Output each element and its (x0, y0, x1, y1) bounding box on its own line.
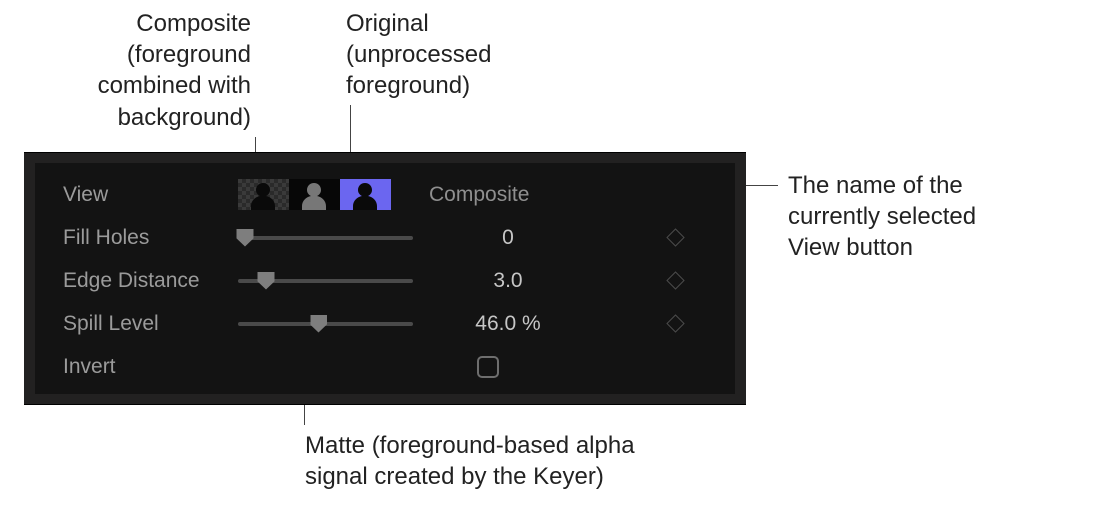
keyframe-button[interactable] (645, 231, 705, 244)
edge-distance-slider[interactable] (238, 279, 413, 283)
view-button-group (238, 179, 391, 210)
inspector-panel: View (24, 152, 746, 405)
fill-holes-label: Fill Holes (63, 226, 238, 250)
invert-checkbox[interactable] (477, 356, 499, 378)
keyframe-button[interactable] (645, 274, 705, 287)
callout-matte: Matte (foreground-based alpha signal cre… (305, 430, 635, 492)
callout-composite: Composite (foreground combined with back… (56, 8, 251, 133)
diamond-icon (666, 228, 684, 246)
invert-label: Invert (63, 355, 238, 379)
slider-thumb[interactable] (237, 229, 254, 247)
edge-distance-label: Edge Distance (63, 269, 238, 293)
edge-distance-value[interactable]: 3.0 (433, 269, 583, 293)
invert-checkbox-cell (413, 356, 563, 378)
spill-level-slider[interactable] (238, 322, 413, 326)
edge-distance-row: Edge Distance 3.0 (63, 259, 705, 302)
slider-thumb[interactable] (310, 315, 327, 333)
callout-viewname: The name of the currently selected View … (788, 170, 976, 264)
slider-thumb[interactable] (258, 272, 275, 290)
view-original-button[interactable] (340, 179, 391, 210)
view-row: View (63, 173, 705, 216)
panel-content: View (35, 163, 735, 394)
spill-level-label: Spill Level (63, 312, 238, 336)
diamond-icon (666, 314, 684, 332)
view-label: View (63, 183, 238, 207)
callout-original: Original (unprocessed foreground) (346, 8, 491, 102)
spill-level-value[interactable]: 46.0 % (433, 312, 583, 336)
fill-holes-value[interactable]: 0 (433, 226, 583, 250)
invert-row: Invert (63, 345, 705, 388)
view-matte-button[interactable] (289, 179, 340, 210)
selected-view-name: Composite (429, 183, 529, 207)
spill-level-row: Spill Level 46.0 % (63, 302, 705, 345)
keyframe-button[interactable] (645, 317, 705, 330)
view-composite-button[interactable] (238, 179, 289, 210)
diamond-icon (666, 271, 684, 289)
fill-holes-slider[interactable] (238, 236, 413, 240)
fill-holes-row: Fill Holes 0 (63, 216, 705, 259)
